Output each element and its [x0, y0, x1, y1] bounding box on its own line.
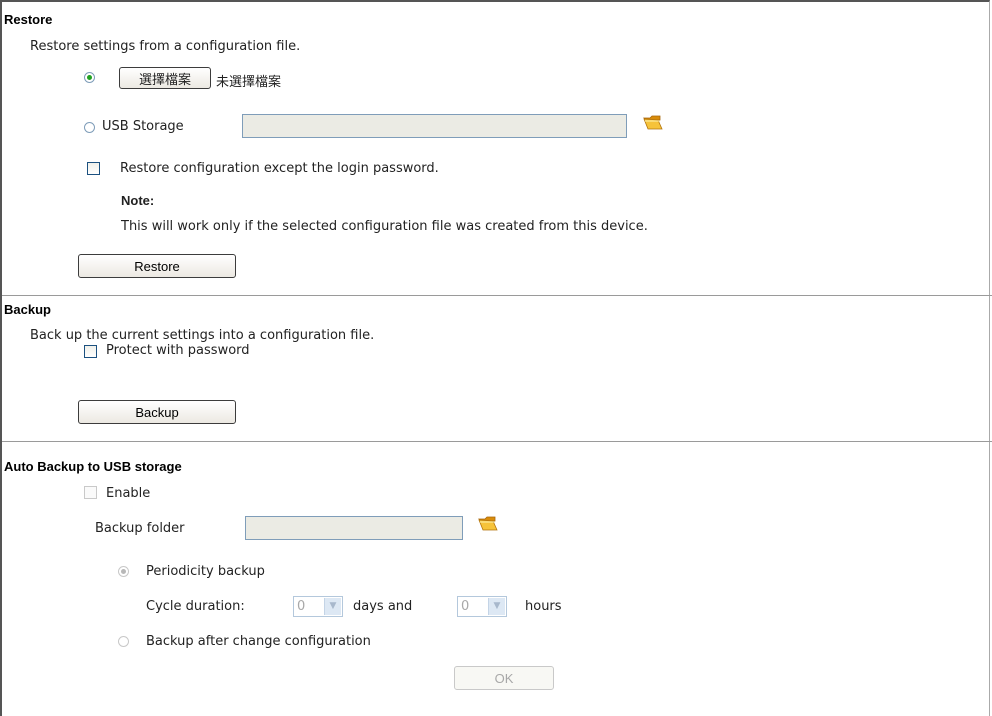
choose-file-button[interactable]: 選擇檔案: [119, 67, 211, 89]
restore-section-title: Restore: [4, 12, 53, 27]
restore-except-password-label: Restore configuration except the login p…: [120, 161, 439, 176]
auto-backup-enable-checkbox[interactable]: [84, 486, 97, 499]
backup-description: Back up the current settings into a conf…: [30, 328, 375, 343]
cycle-days-value: 0: [297, 599, 306, 614]
auto-backup-ok-button[interactable]: OK: [454, 666, 554, 690]
usb-storage-label: USB Storage: [102, 119, 184, 134]
backup-after-change-radio[interactable]: [118, 636, 129, 647]
backup-folder-input[interactable]: [245, 516, 463, 540]
auto-backup-enable-label: Enable: [106, 486, 151, 501]
section-divider: [2, 441, 992, 442]
days-and-label: days and: [353, 599, 413, 614]
periodicity-backup-radio[interactable]: [118, 566, 129, 577]
backup-button[interactable]: Backup: [78, 400, 236, 424]
file-status-text: 未選擇檔案: [216, 75, 282, 90]
folder-open-icon[interactable]: [642, 113, 664, 131]
auto-backup-section-title: Auto Backup to USB storage: [4, 459, 182, 474]
folder-open-icon[interactable]: [477, 514, 499, 532]
protect-password-checkbox[interactable]: [84, 345, 97, 358]
note-text: This will work only if the selected conf…: [121, 219, 648, 234]
cycle-duration-label: Cycle duration:: [146, 599, 245, 614]
cycle-hours-select[interactable]: 0 ▼: [457, 596, 507, 617]
section-divider: [2, 295, 992, 296]
restore-description: Restore settings from a configuration fi…: [30, 39, 301, 54]
usb-storage-path-input[interactable]: [242, 114, 627, 138]
restore-from-usb-radio[interactable]: [84, 122, 95, 133]
cycle-hours-value: 0: [461, 599, 470, 614]
config-backup-panel: Restore Restore settings from a configur…: [0, 0, 992, 716]
cycle-days-select[interactable]: 0 ▼: [293, 596, 343, 617]
restore-button[interactable]: Restore: [78, 254, 236, 278]
chevron-down-icon: ▼: [488, 598, 505, 615]
periodicity-backup-label: Periodicity backup: [146, 564, 265, 579]
note-title: Note:: [121, 193, 155, 208]
backup-after-change-label: Backup after change configuration: [146, 634, 371, 649]
chevron-down-icon: ▼: [324, 598, 341, 615]
protect-password-label: Protect with password: [106, 343, 250, 358]
backup-section-title: Backup: [4, 302, 51, 317]
restore-except-password-checkbox[interactable]: [87, 162, 100, 175]
restore-from-file-radio[interactable]: [84, 72, 95, 83]
hours-label: hours: [525, 599, 562, 614]
backup-folder-label: Backup folder: [95, 521, 185, 536]
